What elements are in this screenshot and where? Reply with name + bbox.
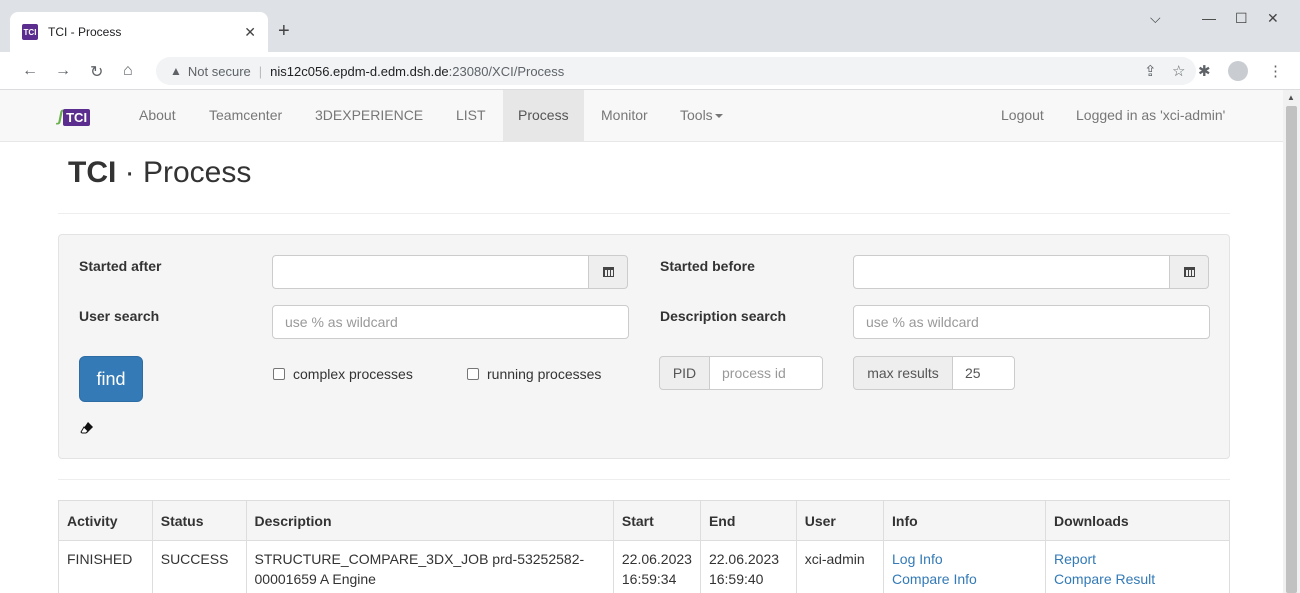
nav-about[interactable]: About [124, 90, 191, 141]
cell-end: 22.06.2023 16:59:40 [699, 540, 797, 593]
divider [58, 479, 1230, 480]
page-scrollbar[interactable]: ▲ [1283, 90, 1300, 593]
started-before-calendar-button[interactable] [1169, 255, 1209, 289]
table-header-row: Activity Status Description Start End Us… [58, 500, 1230, 541]
new-tab-icon[interactable]: + [278, 20, 290, 43]
started-after-label: Started after [79, 258, 162, 274]
logout-link[interactable]: Logout [986, 90, 1059, 141]
browser-tab-bar: TCI TCI - Process ✕ + ⌵ — ☐ ✕ [0, 0, 1300, 52]
log-info-link[interactable]: Log Info [892, 549, 1037, 569]
share-icon[interactable]: ⇪ [1144, 62, 1157, 80]
col-downloads: Downloads [1045, 500, 1230, 541]
divider [58, 213, 1230, 214]
home-icon[interactable]: ⌂ [123, 62, 133, 80]
page-title: TCI · Process [68, 156, 251, 190]
address-bar-row: ← → ↻ ⌂ ▲ Not secure | nis12c056.epdm-d.… [0, 52, 1300, 90]
nav-monitor[interactable]: Monitor [586, 90, 663, 141]
pid-input[interactable]: process id [709, 356, 823, 390]
warning-icon: ▲ [170, 64, 182, 78]
cell-info: Log Info Compare Info [883, 540, 1047, 593]
url-path: :23080/XCI/Process [448, 63, 565, 79]
compare-info-link[interactable]: Compare Info [892, 569, 1037, 589]
eraser-icon[interactable] [80, 421, 94, 435]
nav-teamcenter[interactable]: Teamcenter [194, 90, 297, 141]
start-date: 22.06.2023 [621, 551, 692, 567]
running-processes-checkbox[interactable]: running processes [467, 366, 601, 382]
calendar-icon [1183, 267, 1195, 277]
max-results-input[interactable]: 25 [952, 356, 1015, 390]
started-before-label: Started before [660, 258, 755, 274]
find-button[interactable]: find [79, 356, 143, 402]
col-start: Start [612, 500, 701, 541]
col-user: User [795, 500, 885, 541]
user-search-input[interactable]: use % as wildcard [272, 305, 629, 339]
col-status: Status [151, 500, 247, 541]
maximize-icon[interactable]: ☐ [1235, 10, 1248, 27]
nav-process[interactable]: Process [503, 90, 584, 141]
close-window-icon[interactable]: ✕ [1267, 10, 1279, 27]
cell-description: STRUCTURE_COMPARE_3DX_JOB prd-53252582-0… [245, 540, 614, 593]
nav-tools[interactable]: Tools [665, 90, 738, 141]
cell-activity: FINISHED [58, 540, 153, 593]
nav-list[interactable]: LIST [441, 90, 501, 141]
caret-down-icon [714, 114, 723, 119]
process-table: Activity Status Description Start End Us… [58, 500, 1230, 593]
col-activity: Activity [58, 500, 153, 541]
max-results-addon: max results [853, 356, 953, 390]
profile-avatar[interactable] [1228, 61, 1248, 81]
nav-tools-label: Tools [680, 107, 713, 123]
description-search-input[interactable]: use % as wildcard [853, 305, 1210, 339]
page-title-rest: · Process [116, 156, 252, 189]
page-title-bold: TCI [68, 156, 117, 189]
start-time: 16:59:34 [621, 571, 677, 587]
cell-start: 22.06.2023 16:59:34 [612, 540, 701, 593]
url-host: nis12c056.epdm-d.edm.dsh.de [270, 63, 449, 79]
url-field[interactable]: ▲ Not secure | nis12c056.epdm-d.edm.dsh.… [156, 57, 1196, 85]
scroll-thumb[interactable] [1286, 106, 1297, 593]
cell-status: SUCCESS [151, 540, 247, 593]
extensions-icon[interactable]: ✱ [1198, 62, 1211, 80]
started-before-input[interactable] [853, 255, 1171, 289]
nav-3dexperience[interactable]: 3DEXPERIENCE [300, 90, 438, 141]
tab-close-icon[interactable]: ✕ [244, 24, 256, 41]
more-menu-icon[interactable]: ⋮ [1268, 62, 1283, 80]
end-date: 22.06.2023 [708, 551, 780, 567]
col-info: Info [883, 500, 1047, 541]
url-separator: | [258, 63, 263, 79]
complex-processes-checkbox[interactable]: complex processes [273, 366, 413, 382]
report-link[interactable]: Report [1054, 549, 1221, 569]
calendar-icon [602, 267, 614, 277]
running-processes-label: running processes [487, 366, 602, 382]
tab-search-icon[interactable]: ⌵ [1150, 10, 1161, 27]
table-row: FINISHED SUCCESS STRUCTURE_COMPARE_3DX_J… [58, 540, 1230, 593]
tab-favicon-icon: TCI [22, 24, 38, 40]
user-search-label: User search [79, 308, 160, 324]
end-time: 16:59:40 [708, 571, 764, 587]
cell-user: xci-admin [795, 540, 885, 593]
app-navbar: ʃ TCI About Teamcenter 3DEXPERIENCE LIST… [0, 90, 1283, 142]
tab-title: TCI - Process [48, 25, 122, 39]
not-secure-label: Not secure [187, 63, 251, 79]
col-end: End [699, 500, 797, 541]
description-search-label: Description search [660, 308, 787, 324]
forward-icon[interactable]: → [55, 62, 71, 80]
col-description: Description [245, 500, 614, 541]
back-icon[interactable]: ← [22, 62, 38, 80]
tci-logo[interactable]: ʃ TCI [58, 108, 91, 126]
started-after-calendar-button[interactable] [588, 255, 628, 289]
browser-tab[interactable]: TCI TCI - Process ✕ [10, 12, 268, 52]
scroll-up-icon[interactable]: ▲ [1287, 93, 1295, 102]
bookmark-star-icon[interactable]: ☆ [1172, 62, 1185, 80]
started-after-input[interactable] [272, 255, 590, 289]
checkbox-icon[interactable] [273, 368, 285, 380]
checkbox-icon[interactable] [467, 368, 479, 380]
complex-processes-label: complex processes [293, 366, 413, 382]
pid-addon: PID [659, 356, 710, 390]
minimize-icon[interactable]: — [1202, 10, 1216, 26]
logo-text: TCI [63, 108, 91, 126]
logged-in-user: Logged in as 'xci-admin' [1076, 107, 1226, 123]
cell-downloads: Report Compare Result [1045, 540, 1230, 593]
compare-result-link[interactable]: Compare Result [1054, 569, 1221, 589]
reload-icon[interactable]: ↻ [90, 62, 103, 82]
